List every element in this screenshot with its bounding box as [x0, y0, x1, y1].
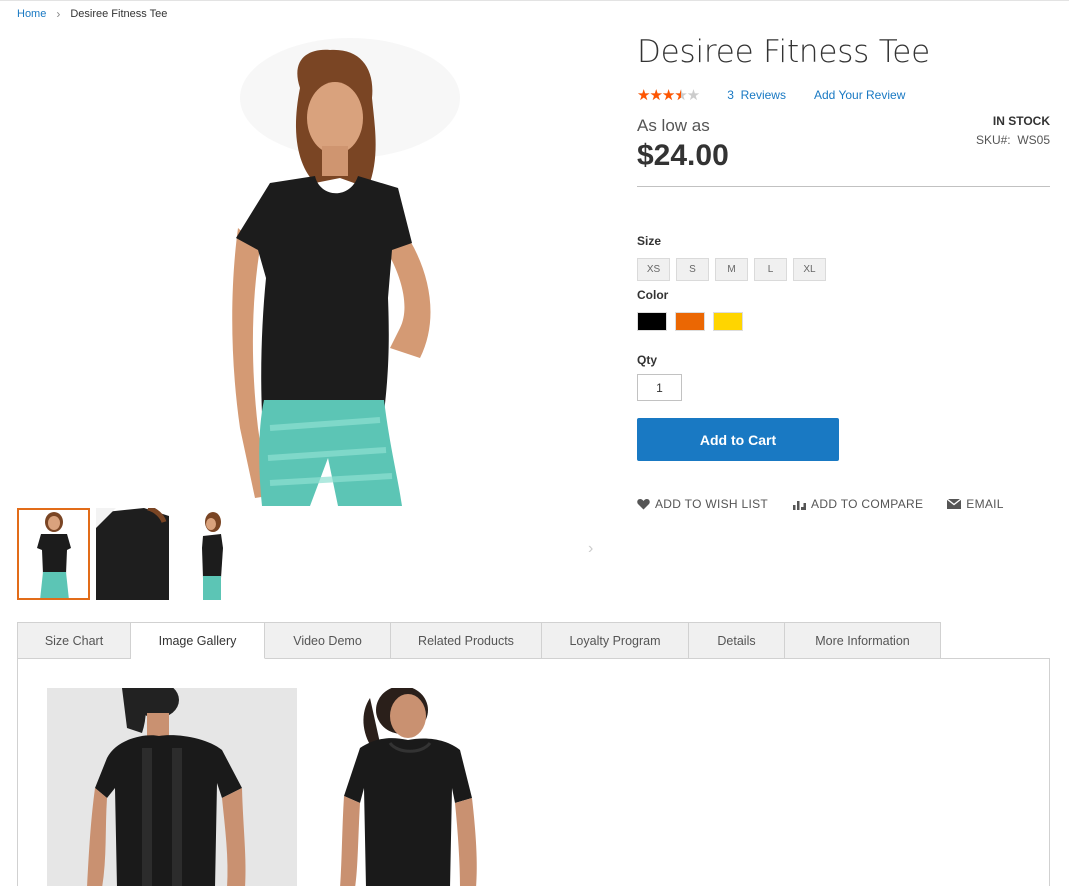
thumbnail-strip: [17, 508, 248, 600]
qty-input[interactable]: 1: [637, 374, 682, 401]
add-to-cart-button[interactable]: Add to Cart: [637, 418, 839, 461]
add-to-wishlist-link[interactable]: ADD TO WISH LIST: [637, 497, 768, 511]
thumbnail-front[interactable]: [17, 508, 90, 600]
size-label: Size: [637, 234, 662, 248]
chevron-right-icon: ›: [56, 7, 61, 21]
tab-more-information[interactable]: More Information: [785, 622, 941, 659]
size-option-s[interactable]: S: [676, 258, 709, 281]
size-option-xs[interactable]: XS: [637, 258, 670, 281]
product-actions: ADD TO WISH LIST ADD TO COMPARE EMAIL: [637, 497, 1004, 511]
compare-label: ADD TO COMPARE: [811, 497, 924, 511]
envelope-icon: [947, 499, 962, 509]
size-option-l[interactable]: L: [754, 258, 787, 281]
color-label: Color: [637, 288, 669, 302]
email-link[interactable]: EMAIL: [947, 497, 1004, 511]
stock-status: IN STOCK: [992, 114, 1050, 128]
star-rating: ★★★★★ ★★★★★: [637, 86, 700, 104]
product-tabs: Size Chart Image Gallery Video Demo Rela…: [17, 622, 941, 659]
product-sku: SKU#: WS05: [976, 133, 1050, 147]
heart-icon: [637, 499, 650, 510]
breadcrumb: Home › Desiree Fitness Tee: [17, 7, 167, 21]
color-swatch-black[interactable]: [637, 312, 667, 331]
price-prefix: As low as: [637, 116, 710, 135]
gallery-image-back[interactable]: [47, 688, 297, 886]
size-options: XS S M L XL: [637, 258, 826, 281]
email-label: EMAIL: [966, 497, 1004, 511]
reviews-count: 3: [727, 88, 734, 102]
tab-panel-image-gallery: [17, 658, 1050, 886]
sku-label: SKU#:: [975, 133, 1011, 147]
reviews-label: Reviews: [740, 88, 786, 102]
compare-icon: [793, 501, 807, 510]
thumbnail-detail[interactable]: [96, 508, 169, 600]
breadcrumb-home-link[interactable]: Home: [17, 8, 46, 20]
tab-loyalty-program[interactable]: Loyalty Program: [542, 622, 689, 659]
tab-details[interactable]: Details: [689, 622, 785, 659]
qty-label: Qty: [637, 353, 658, 367]
tab-related-products[interactable]: Related Products: [391, 622, 542, 659]
gallery-image-front[interactable]: [330, 688, 500, 886]
main-product-image[interactable]: [140, 28, 480, 506]
color-swatch-yellow[interactable]: [713, 312, 743, 331]
add-to-compare-link[interactable]: ADD TO COMPARE: [792, 497, 923, 511]
star-filled-icon: ★★★★★: [637, 87, 681, 104]
breadcrumb-current: Desiree Fitness Tee: [70, 8, 168, 20]
thumbnail-side[interactable]: [175, 508, 248, 600]
wishlist-label: ADD TO WISH LIST: [655, 497, 769, 511]
rating-summary: ★★★★★ ★★★★★ 3 Reviews Add Your Review: [637, 86, 905, 104]
reviews-link[interactable]: 3 Reviews: [727, 88, 786, 102]
add-review-link[interactable]: Add Your Review: [814, 88, 905, 102]
color-options: [637, 312, 743, 331]
size-option-m[interactable]: M: [715, 258, 748, 281]
sku-value: WS05: [1017, 133, 1050, 147]
tab-video-demo[interactable]: Video Demo: [265, 622, 391, 659]
product-price: $24.00: [637, 139, 729, 172]
chevron-right-icon[interactable]: ›: [588, 540, 593, 558]
tab-size-chart[interactable]: Size Chart: [17, 622, 131, 659]
size-option-xl[interactable]: XL: [793, 258, 826, 281]
color-swatch-orange[interactable]: [675, 312, 705, 331]
product-title: Desiree Fitness Tee: [637, 34, 931, 70]
header-border: [0, 0, 1069, 1]
divider: [637, 186, 1050, 187]
tab-image-gallery[interactable]: Image Gallery: [131, 622, 265, 659]
